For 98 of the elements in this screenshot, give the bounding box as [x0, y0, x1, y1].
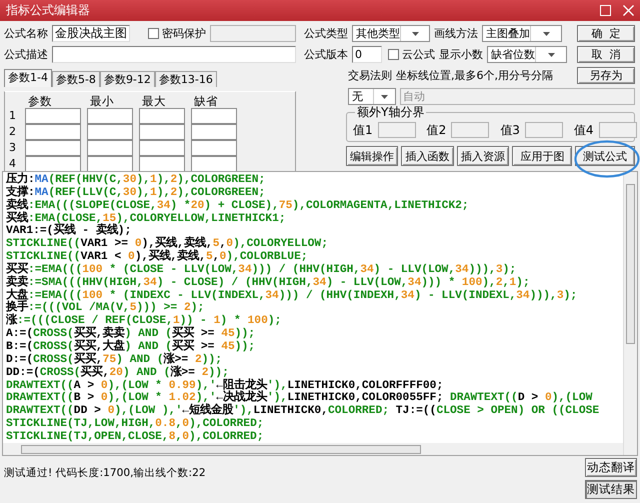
field-label: 值4 — [574, 122, 594, 138]
code-line: 压力:MA(REF(HHV(C,30),1),2),COLORGREEN; — [6, 174, 266, 186]
field-label: 公式类型 — [304, 26, 348, 42]
param-tab[interactable]: 参数5-8 — [52, 71, 100, 87]
param-input[interactable] — [87, 140, 133, 156]
field-label: 公式描述 — [4, 47, 48, 63]
code-line: A:=(CROSS(买买,卖卖) AND (买买 >= 45)); — [6, 328, 256, 340]
row-number: 2 — [9, 124, 17, 140]
column-header: 最大 — [141, 94, 167, 108]
code-line: 卖线:EMA(((SLOPE(CLOSE,34) *20) + CLOSE),75),COLORMAGENTA,LINETHICK2; — [6, 200, 469, 212]
description-field[interactable] — [52, 46, 296, 63]
action-button[interactable]: 测试公式 — [575, 146, 635, 166]
dropdown-arrow-icon[interactable] — [412, 32, 418, 36]
maximize-icon[interactable] — [600, 5, 611, 16]
axis-field: 自动 — [400, 88, 635, 105]
code-line: DRAWTEXT((DD > 0),(LOW ),'←短线金股'),LINETHICK0,COLORRED; TJ:=((CLOSE > OPEN) OR ((CLOSE — [6, 405, 600, 418]
result-button[interactable]: 测试结果 — [585, 480, 637, 499]
param-input[interactable] — [191, 124, 237, 140]
action-button[interactable]: 编辑操作 — [346, 146, 398, 166]
param-input[interactable] — [191, 140, 237, 156]
param-input[interactable] — [87, 156, 133, 172]
field-label: 值3 — [500, 122, 520, 138]
code-line: DD:=(CROSS(买买,20) AND (涨>= 2)); — [6, 366, 229, 379]
draw-method-select[interactable]: 主图叠加 — [482, 25, 562, 42]
param-input[interactable] — [25, 140, 81, 156]
row-number: 3 — [9, 140, 17, 156]
field-label: 坐标线位置,最多6个,用分号分隔 — [396, 68, 553, 84]
param-input[interactable] — [191, 108, 237, 124]
decimals-select[interactable]: 缺省位数 — [487, 46, 567, 63]
horizontal-scrollbar[interactable] — [3, 443, 623, 455]
param-input[interactable] — [139, 156, 185, 172]
param-input[interactable] — [191, 156, 237, 172]
param-input[interactable] — [25, 124, 81, 140]
vertical-scrollbar[interactable] — [623, 172, 637, 455]
group-title: 额外Y轴分界 — [355, 105, 426, 119]
code-line: STICKLINE((VAR1 >= 0),买线,卖线,5,0),COLORYELLOW; — [6, 238, 328, 250]
param-input[interactable] — [139, 108, 185, 124]
param-input[interactable] — [25, 156, 81, 172]
checkbox[interactable] — [148, 28, 159, 39]
param-input[interactable] — [87, 108, 133, 124]
code-line: 换手:=(((VOL /MA(V,5))) >= 2); — [6, 302, 204, 314]
action-button[interactable]: 应用于图 — [512, 146, 572, 166]
param-tab[interactable]: 参数13-16 — [154, 71, 217, 87]
field-label: 值2 — [426, 122, 446, 138]
status-message: 测试通过! 代码长度:1700,输出线个数:22 — [4, 466, 206, 480]
cancel-button[interactable]: 取 消 — [577, 46, 635, 63]
param-input[interactable] — [139, 140, 185, 156]
field-label: 公式版本 — [304, 47, 348, 63]
trade-rule-select[interactable]: 无 — [348, 88, 396, 105]
field-label: 公式名称 — [4, 26, 48, 42]
action-button[interactable]: 插入函数 — [401, 146, 454, 166]
name-field[interactable]: 金股决战主图 — [52, 25, 130, 42]
code-line: 涨:=(((CLOSE / REF(CLOSE,1)) - 1) * 100); — [6, 315, 282, 328]
param-tab[interactable]: 参数9-12 — [100, 71, 155, 87]
code-line: STICKLINE(TJ,OPEN,CLOSE,8,0),COLORRED; — [6, 430, 264, 443]
close-icon[interactable] — [623, 5, 634, 16]
checkbox-label: 密码保护 — [162, 26, 206, 42]
column-header: 缺省 — [193, 94, 219, 108]
save-as-button[interactable]: 另存为 — [577, 67, 635, 84]
code-line: DRAWTEXT((A > 0),(LOW * 0.99),'←阻击龙头'),LINETHICK0,COLORFFFF00; — [6, 380, 444, 392]
dropdown-arrow-icon[interactable] — [548, 52, 554, 56]
value-field[interactable] — [451, 122, 490, 138]
row-number: 1 — [9, 108, 17, 124]
column-header: 最小 — [89, 94, 115, 108]
password-field[interactable] — [210, 25, 296, 42]
param-input[interactable] — [139, 124, 185, 140]
field-label: 值1 — [353, 122, 373, 138]
code-line: STICKLINE((VAR1 < 0),买线,卖线,5,0),COLORBLUE; — [6, 251, 308, 264]
value-field[interactable] — [524, 122, 563, 138]
dropdown-arrow-icon[interactable] — [381, 94, 388, 98]
code-line: 大盘:=EMA(((100 * (INDEXC - LLV(INDEXL,34))) / (HHV(INDEXH,34) - LLV(INDEXL,34))),3); — [6, 290, 578, 302]
param-tab[interactable]: 参数1-4 — [4, 69, 52, 87]
code-line: 卖卖:=SMA(((HHV(HIGH,34) - CLOSE) / (HHV(HIGH,34) - LLV(LOW,34))) * 100),2,1); — [6, 276, 530, 289]
checkbox[interactable] — [388, 49, 399, 60]
result-button[interactable]: 动态翻译 — [585, 458, 637, 477]
param-input[interactable] — [25, 108, 81, 124]
code-line: B:=(CROSS(买买,大盘) AND (买买 >= 45)); — [6, 340, 256, 353]
value-field[interactable] — [378, 122, 416, 138]
column-header: 参数 — [27, 94, 53, 108]
window-title: 指标公式编辑器 — [6, 2, 91, 19]
field-label: 显示小数 — [439, 47, 483, 63]
checkbox-label: 云公式 — [402, 47, 435, 63]
value-field[interactable] — [598, 122, 637, 138]
code-line: 支撑:MA(REF(LLV(C,30),1),2),COLORGREEN; — [6, 186, 266, 199]
code-line: STICKLINE(TJ,LOW,HIGH,0.8,0),COLORRED; — [6, 418, 264, 430]
code-line: D:=(CROSS(买买,75) AND (涨>= 2)); — [6, 354, 222, 366]
row-number: 4 — [9, 156, 17, 172]
field-label: 画线方法 — [434, 26, 478, 42]
ok-button[interactable]: 确 定 — [577, 25, 635, 42]
version-field[interactable]: 0 — [352, 46, 382, 63]
annotation-ellipse — [574, 140, 640, 178]
dropdown-arrow-icon[interactable] — [542, 32, 550, 36]
code-line: 买买:=EMA(((100 * (CLOSE - LLV(LOW,34))) / (HHV(HIGH,34) - LLV(LOW,34))),3); — [6, 264, 516, 276]
field-label: 交易法则 — [348, 68, 392, 84]
code-line: VAR1:=(买线 - 卖线); — [6, 225, 132, 238]
param-input[interactable] — [87, 124, 133, 140]
type-select[interactable]: 其他类型 — [352, 25, 430, 42]
action-button[interactable]: 插入资源 — [456, 146, 510, 166]
